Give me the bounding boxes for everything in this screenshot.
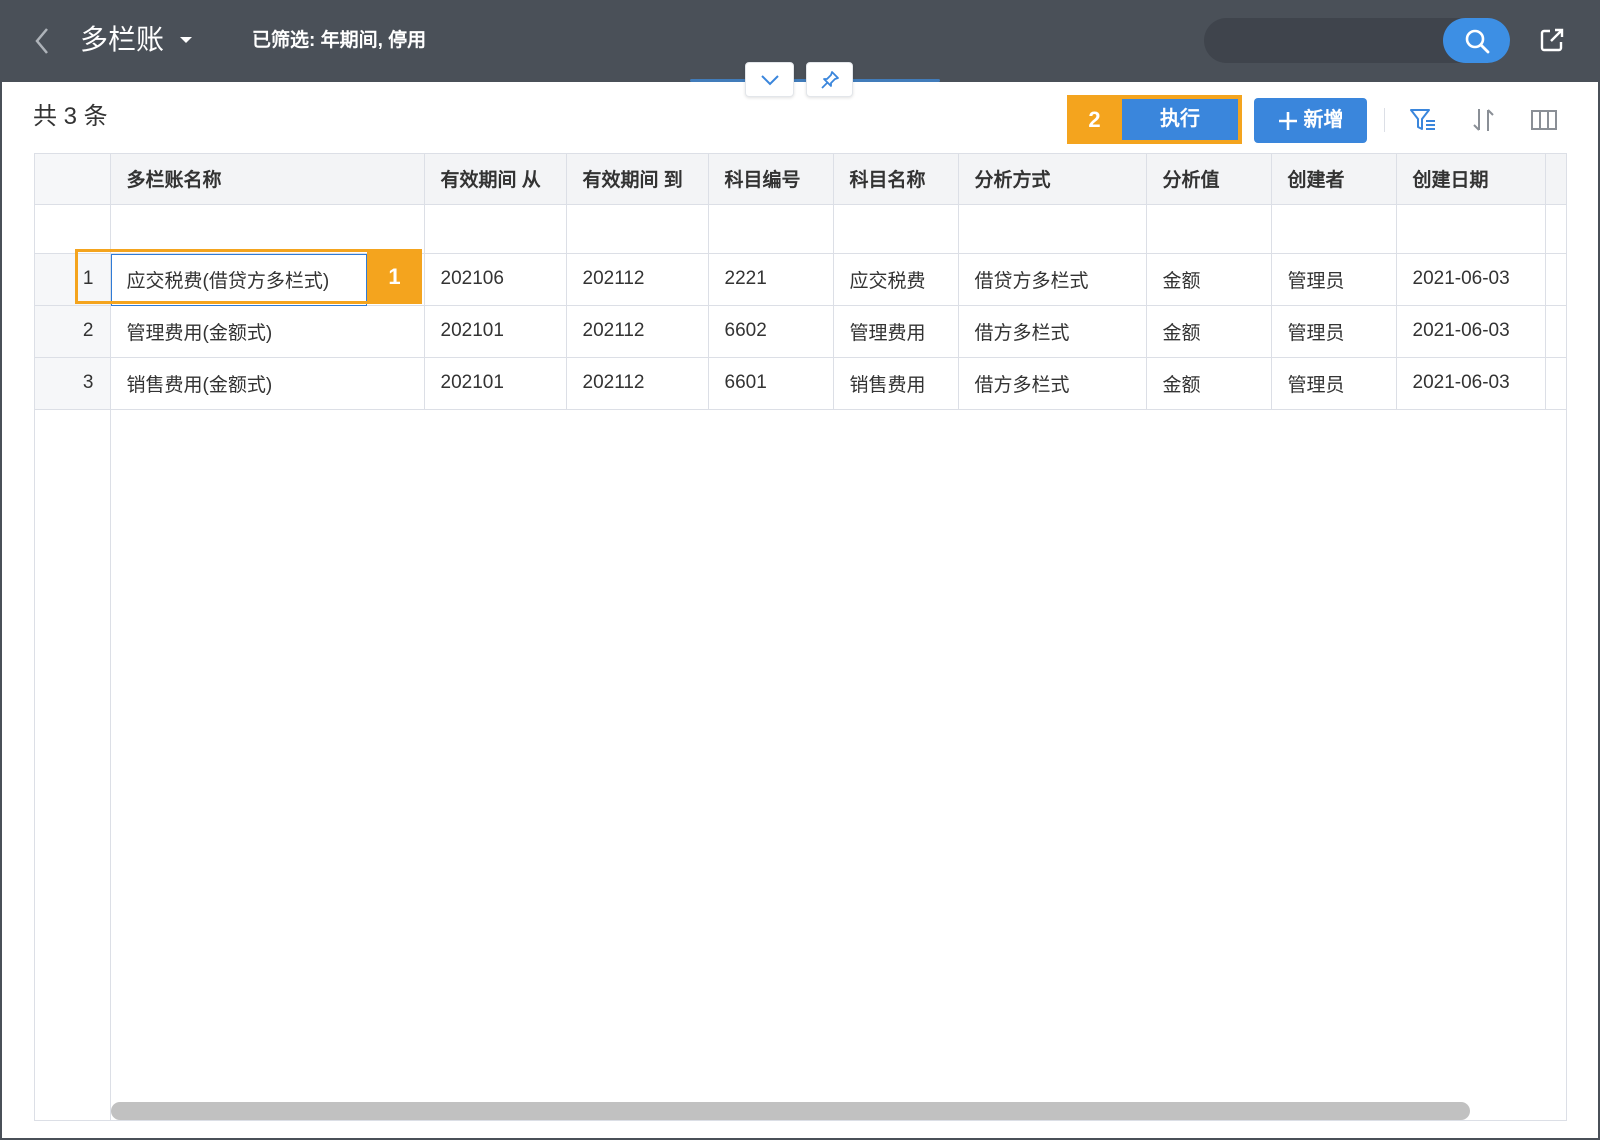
period-from-cell: 202101 <box>424 305 567 358</box>
row-number: 3 <box>35 357 111 410</box>
column-header[interactable]: 分析方式 <box>958 154 1147 205</box>
column-header[interactable]: 分析值 <box>1146 154 1272 205</box>
creator-cell: 管理员 <box>1271 357 1397 410</box>
export-button[interactable] <box>1536 24 1568 56</box>
column-filter-input[interactable] <box>110 204 425 254</box>
search-icon <box>1465 29 1489 53</box>
columns-button[interactable] <box>1528 104 1560 136</box>
export-icon <box>1540 28 1564 52</box>
analysis-value-cell: 金额 <box>1146 305 1272 358</box>
table-row[interactable]: 1 应交税费(借贷方多栏式) 202106 202112 2221 应交税费 借… <box>35 253 1566 306</box>
column-filter-input[interactable] <box>958 204 1147 254</box>
title-menu-button[interactable] <box>176 30 196 50</box>
column-filter-input[interactable] <box>1396 204 1546 254</box>
column-filter-input[interactable] <box>833 204 959 254</box>
rownum-header <box>35 154 111 205</box>
column-filter-input[interactable] <box>1271 204 1397 254</box>
execute-button[interactable]: 执行 <box>1122 99 1238 140</box>
period-to-cell: 202112 <box>566 253 709 306</box>
top-header: 多栏账 已筛选: 年期间, 停用 <box>0 0 1600 82</box>
column-filter-row <box>35 204 1566 254</box>
column-header[interactable]: 多栏账名称 <box>110 154 425 205</box>
columns-icon <box>1531 110 1557 130</box>
account-code-cell: 6602 <box>708 305 834 358</box>
filter-button[interactable] <box>1407 104 1439 136</box>
sort-button[interactable] <box>1468 104 1500 136</box>
column-filter-input[interactable] <box>566 204 709 254</box>
column-filter-input[interactable] <box>1146 204 1272 254</box>
column-filter-spacer <box>1545 204 1566 254</box>
table-row[interactable]: 2 管理费用(金额式) 202101 202112 6602 管理费用 借方多栏… <box>35 305 1566 358</box>
column-header[interactable]: 有效期间 从 <box>424 154 567 205</box>
add-button[interactable]: 新增 <box>1254 98 1367 143</box>
column-header[interactable]: 科目编号 <box>708 154 834 205</box>
page: 多栏账 已筛选: 年期间, 停用 共 3 条 2 执行 新增 多栏账名称 有效期… <box>0 0 1600 1140</box>
column-header[interactable]: 科目名称 <box>833 154 959 205</box>
analysis-method-cell: 借方多栏式 <box>958 305 1147 358</box>
table-header-row: 多栏账名称 有效期间 从 有效期间 到 科目编号 科目名称 分析方式 分析值 创… <box>35 154 1566 205</box>
active-filters-text: 已筛选: 年期间, 停用 <box>252 30 427 51</box>
analysis-method-cell: 借贷方多栏式 <box>958 253 1147 306</box>
creator-cell: 管理员 <box>1271 253 1397 306</box>
chevron-left-icon <box>35 28 48 54</box>
period-from-cell: 202101 <box>424 357 567 410</box>
account-name-cell: 应交税费 <box>833 253 959 306</box>
creator-cell: 管理员 <box>1271 305 1397 358</box>
period-to-cell: 202112 <box>566 305 709 358</box>
period-from-cell: 202106 <box>424 253 567 306</box>
period-to-cell: 202112 <box>566 357 709 410</box>
column-header-spacer <box>1545 154 1566 205</box>
account-code-cell: 6601 <box>708 357 834 410</box>
table-row[interactable]: 3 销售费用(金额式) 202101 202112 6601 销售费用 借方多栏… <box>35 357 1566 410</box>
filter-rownum-cell <box>35 204 111 254</box>
ledger-name-link[interactable]: 销售费用(金额式) <box>110 357 425 410</box>
row-spacer <box>1545 357 1566 410</box>
ledger-name-link[interactable]: 管理费用(金额式) <box>110 305 425 358</box>
created-date-cell: 2021-06-03 <box>1396 357 1546 410</box>
step-marker-2: 2 执行 <box>1067 95 1242 144</box>
created-date-cell: 2021-06-03 <box>1396 305 1546 358</box>
chevron-down-icon <box>760 74 779 85</box>
caret-down-icon <box>180 37 192 43</box>
step-marker-1-label: 1 <box>367 249 422 304</box>
filter-icon <box>1410 109 1435 130</box>
page-title: 多栏账 <box>80 24 165 55</box>
plus-icon <box>1278 111 1297 130</box>
sort-icon <box>1473 109 1494 131</box>
analysis-value-cell: 金额 <box>1146 357 1272 410</box>
column-header[interactable]: 创建日期 <box>1396 154 1546 205</box>
row-number: 2 <box>35 305 111 358</box>
data-table: 多栏账名称 有效期间 从 有效期间 到 科目编号 科目名称 分析方式 分析值 创… <box>35 154 1566 410</box>
collapse-filter-button[interactable] <box>745 62 794 97</box>
column-filter-input[interactable] <box>708 204 834 254</box>
record-count: 共 3 条 <box>33 103 108 130</box>
account-name-cell: 管理费用 <box>833 305 959 358</box>
add-button-label: 新增 <box>1303 109 1344 131</box>
step-marker-2-label: 2 <box>1088 107 1101 132</box>
horizontal-scrollbar[interactable] <box>111 1102 1470 1120</box>
account-name-cell: 销售费用 <box>833 357 959 410</box>
column-filter-input[interactable] <box>424 204 567 254</box>
analysis-value-cell: 金额 <box>1146 253 1272 306</box>
data-grid: 多栏账名称 有效期间 从 有效期间 到 科目编号 科目名称 分析方式 分析值 创… <box>34 153 1567 1121</box>
pin-icon <box>820 70 839 89</box>
row-spacer <box>1545 305 1566 358</box>
toolbar-divider <box>1384 108 1385 132</box>
pin-filter-button[interactable] <box>806 62 853 97</box>
column-header[interactable]: 有效期间 到 <box>566 154 709 205</box>
row-spacer <box>1545 253 1566 306</box>
back-button[interactable] <box>28 24 56 58</box>
analysis-method-cell: 借方多栏式 <box>958 357 1147 410</box>
column-header[interactable]: 创建者 <box>1271 154 1397 205</box>
created-date-cell: 2021-06-03 <box>1396 253 1546 306</box>
row-number: 1 <box>35 253 111 306</box>
account-code-cell: 2221 <box>708 253 834 306</box>
search-button[interactable] <box>1443 18 1510 63</box>
